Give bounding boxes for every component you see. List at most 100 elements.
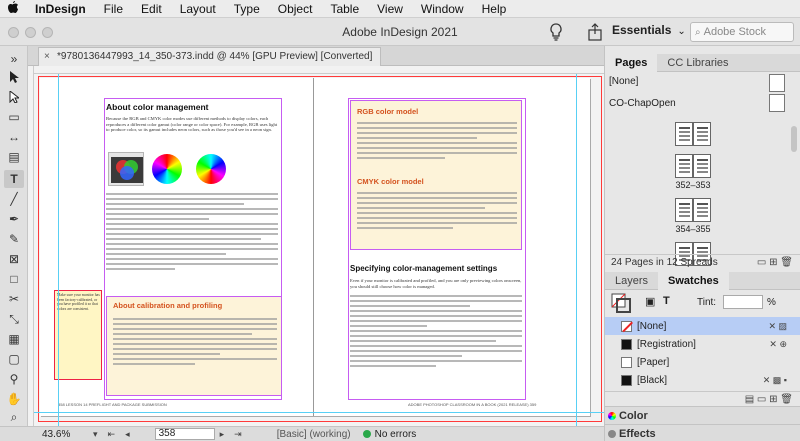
swatch-black[interactable]: [Black] ✕ ▩ ▪ [605,371,800,389]
preflight-profile[interactable]: [Basic] (working) [277,429,351,440]
box-title-cmyk: CMYK color model [357,177,424,186]
swatches-panel-footer: ▤ ▭ ⊞ 🗑 [605,391,800,407]
close-tab-icon[interactable]: × [44,51,50,62]
ruler-guide-vertical-1[interactable] [58,74,59,426]
document-tab[interactable]: × *9780136447993_14_350-373.indd @ 44% [… [38,47,382,66]
formatting-text-icon[interactable]: T [663,295,670,307]
next-page-icon[interactable]: ▸ [220,429,225,440]
effects-panel-collapsed[interactable]: Effects [605,424,800,441]
hand-tool-icon[interactable]: ✋ [4,390,24,408]
share-icon[interactable] [586,23,604,41]
note-tool-icon[interactable]: ▢ [4,350,24,368]
swatch-row-icons: ✕ ▨ [768,320,787,331]
ruler-guide-horizontal[interactable] [34,412,604,413]
none-swatch-chip [621,320,632,332]
spread-label-352: 352–353 [675,180,711,190]
swatch-registration[interactable]: [Registration] ✕ ⊕ [605,335,800,353]
cmyk-body-text [357,189,517,232]
pen-tool-icon[interactable]: ✒ [4,210,24,228]
swatch-row-icons: ✕ ⊕ [769,338,787,349]
menu-layout[interactable]: Layout [171,2,225,16]
formatting-container-icon[interactable]: ▣ [645,295,655,308]
workspace-label: Essentials [612,23,672,37]
master-co-chapopen-thumbnail[interactable] [769,94,785,112]
monitor-note-box: Make sure your monitor has been factory-… [54,290,102,380]
left-body-text [106,190,278,273]
spread-352-353[interactable] [675,154,711,178]
search-icon: ⌕ [695,27,701,38]
menu-type[interactable]: Type [225,2,269,16]
tab-pages[interactable]: Pages [605,53,658,72]
master-none[interactable]: [None] [609,76,638,87]
document-tab-bar: × *9780136447993_14_350-373.indd @ 44% [… [28,46,604,66]
free-transform-tool-icon[interactable]: ⤡ [4,310,24,328]
heading-specifying-color-management: Specifying color-management settings [350,264,498,273]
tab-swatches[interactable]: Swatches [658,271,729,290]
rgb-gamut-figure [108,152,144,186]
pages-scrollbar[interactable] [791,126,797,152]
document-canvas[interactable]: About color management Because the RGB a… [34,74,604,426]
master-co-chapopen[interactable]: CO-ChapOpen [609,98,676,109]
page-359[interactable]: RGB color model CMYK color model Specify… [314,78,590,416]
preflight-status[interactable]: No errors [375,429,417,440]
direct-selection-tool-icon[interactable] [4,88,24,106]
menu-table[interactable]: Table [321,2,368,16]
selection-tool-icon[interactable] [4,68,24,86]
tab-layers[interactable]: Layers [605,272,658,290]
color-panel-collapsed[interactable]: Color [605,406,800,424]
workspace-switcher[interactable]: Essentials ⌄ [612,23,686,37]
preflight-status-icon [362,430,371,438]
gap-tool-icon[interactable]: ↔ [4,128,24,146]
swatch-none[interactable]: [None] ✕ ▨ [605,317,800,335]
page-number-field[interactable]: 358 [154,428,215,440]
menu-window[interactable]: Window [412,2,473,16]
page-358[interactable]: About color management Because the RGB a… [40,78,314,416]
line-tool-icon[interactable]: ╱ [4,190,24,208]
menu-indesign[interactable]: InDesign [26,2,95,16]
rectangle-frame-tool-icon[interactable]: ⊠ [4,250,24,268]
menu-help[interactable]: Help [473,2,516,16]
fill-stroke-icon[interactable] [611,293,631,313]
horizontal-ruler[interactable] [34,66,604,74]
right-body-text [350,292,522,370]
zoom-level[interactable]: 43.6% [42,429,88,440]
rgb-color-model-wheel [152,154,182,184]
swatch-paper[interactable]: [Paper] [605,353,800,371]
cmyk-color-model-wheel [196,154,226,184]
menu-file[interactable]: File [95,2,132,16]
first-page-icon[interactable]: ⇤ [108,429,116,440]
menu-view[interactable]: View [368,2,412,16]
tab-cc-libraries[interactable]: CC Libraries [657,54,738,72]
menu-bar: InDesign File Edit Layout Type Object Ta… [0,0,800,18]
paper-swatch-chip [621,356,632,368]
adobe-stock-search[interactable]: ⌕ Adobe Stock [690,22,794,42]
master-none-thumbnail[interactable] [769,74,785,92]
menu-edit[interactable]: Edit [132,2,171,16]
pages-footer-actions[interactable]: ▭ ⊞ 🗑 [757,255,793,271]
scissors-tool-icon[interactable]: ✂ [4,290,24,308]
swatch-toolbar: ▣ T Tint: % [605,291,800,315]
page-tool-icon[interactable]: ▭ [4,108,24,126]
tint-field[interactable] [723,295,763,309]
pencil-tool-icon[interactable]: ✎ [4,230,24,248]
previous-page-icon[interactable]: ◂ [125,429,130,440]
menu-object[interactable]: Object [269,2,322,16]
gradient-tool-icon[interactable]: ▦ [4,330,24,348]
eyedropper-tool-icon[interactable]: ⚲ [4,370,24,388]
zoom-tool-icon[interactable]: ⌕ [4,408,24,426]
pages-panel-footer: 24 Pages in 12 Spreads ▭ ⊞ 🗑 [605,254,800,270]
lightbulb-icon[interactable] [548,23,564,41]
type-tool-icon[interactable]: T [4,170,24,188]
color-panel-icon [608,412,616,420]
spread-350-351[interactable] [675,122,711,146]
chevron-down-icon[interactable]: ▾ [93,429,98,440]
apple-menu-icon[interactable] [0,1,26,16]
content-collector-icon[interactable]: ▤ [4,148,24,166]
swatch-label: [Paper] [637,356,670,368]
last-page-icon[interactable]: ⇥ [234,429,242,440]
rectangle-tool-icon[interactable]: □ [4,270,24,288]
chevron-down-icon: ⌄ [677,26,686,37]
ruler-guide-vertical-2[interactable] [576,74,577,426]
spread-354-355[interactable] [675,198,711,222]
collapse-tools-icon[interactable]: » [4,50,24,68]
